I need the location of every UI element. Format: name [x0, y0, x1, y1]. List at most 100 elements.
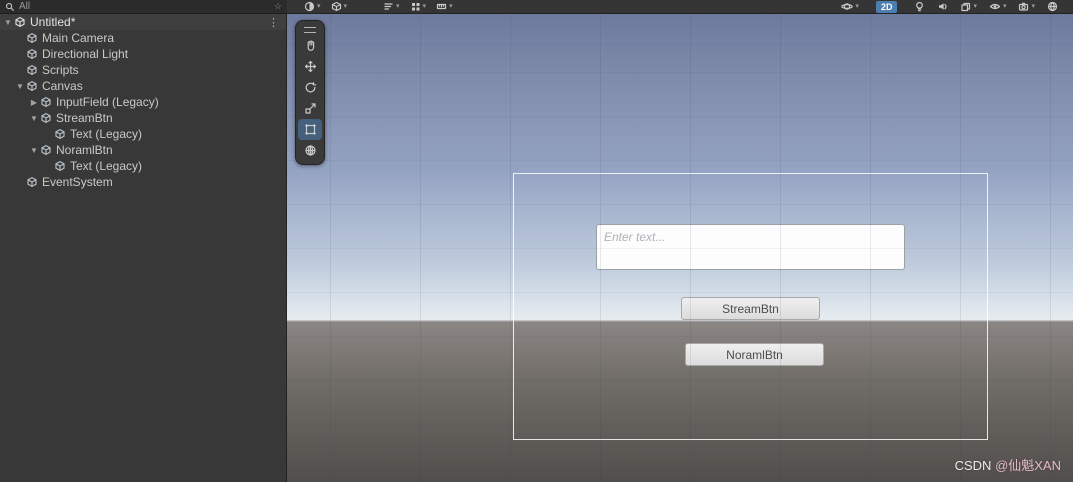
scene-audio-toggle[interactable]	[934, 0, 951, 13]
hierarchy-item-canvas[interactable]: ▼ Canvas	[0, 78, 286, 94]
watermark: CSDN @仙魁XAN	[955, 455, 1061, 474]
chevron-down-icon: ▾	[343, 3, 348, 10]
hierarchy-item-label: InputField (Legacy)	[56, 95, 159, 109]
chevron-down-icon: ▾	[422, 3, 427, 10]
2d-mode-toggle[interactable]: 2D	[875, 0, 898, 13]
chevron-down-icon: ▾	[855, 3, 859, 10]
save-search-icon[interactable]: ☆	[274, 2, 282, 11]
rect-icon	[305, 124, 315, 135]
gameobject-cube-icon	[40, 144, 52, 156]
hierarchy-panel: ▼ Untitled* ⋮ Main Camera Directional Li…	[0, 14, 287, 482]
noraml-button-label: NoramlBtn	[726, 347, 783, 362]
foldout-open-icon[interactable]: ▼	[28, 114, 40, 123]
hierarchy-item-text-legacy-1[interactable]: Text (Legacy)	[0, 126, 286, 142]
hand-icon	[307, 40, 314, 51]
gameobject-cube-icon	[54, 128, 66, 140]
render-mode-dropdown[interactable]: ▾	[328, 0, 351, 13]
hand-tool[interactable]	[298, 35, 322, 56]
move-icon	[304, 60, 316, 73]
move-tool[interactable]	[298, 56, 322, 77]
foldout-closed-icon[interactable]: ▶	[28, 98, 40, 107]
lightbulb-icon	[916, 1, 924, 12]
hierarchy-item-label: NoramlBtn	[56, 143, 113, 157]
eye-icon	[989, 3, 1001, 10]
hierarchy-item-directional-light[interactable]: Directional Light	[0, 46, 286, 62]
search-icon	[6, 2, 14, 11]
stream-button-label: StreamBtn	[722, 301, 779, 316]
hierarchy-item-label: Canvas	[42, 79, 83, 93]
scene-toolbar-right-group: ▾ 2D ▾ ▾ ▾	[838, 0, 1061, 13]
hierarchy-item-label: Scripts	[42, 63, 79, 77]
hierarchy-item-label: Text (Legacy)	[70, 127, 143, 141]
chevron-down-icon: ▾	[1031, 3, 1035, 10]
camera-orbit-dropdown[interactable]: ▾	[838, 0, 862, 13]
rotate-icon	[305, 82, 316, 93]
grid-dots-icon	[411, 3, 420, 11]
scene-viewport[interactable]: Enter text... StreamBtn NoramlBtn CSDN @…	[287, 14, 1073, 482]
camera-settings-dropdown[interactable]: ▾	[1015, 0, 1038, 13]
gameobject-cube-icon	[26, 176, 38, 188]
tool-palette	[295, 20, 325, 165]
hierarchy-item-label: Main Camera	[42, 31, 115, 45]
hierarchy-item-label: Text (Legacy)	[70, 159, 143, 173]
gameobject-cube-icon	[54, 160, 66, 172]
kebab-menu-icon[interactable]: ⋮	[265, 16, 282, 29]
scale-tool[interactable]	[298, 98, 322, 119]
scene-header-row[interactable]: ▼ Untitled* ⋮	[0, 14, 286, 30]
hierarchy-search-bar[interactable]: All ☆	[0, 0, 287, 14]
globe-icon	[1047, 1, 1058, 12]
scene-lighting-toggle[interactable]	[911, 0, 928, 13]
chevron-down-icon: ▾	[973, 3, 977, 10]
hierarchy-item-label: Directional Light	[42, 47, 129, 61]
debug-filter-dropdown[interactable]: ▾	[380, 0, 403, 13]
scale-icon	[304, 103, 316, 114]
scene-title: Untitled*	[30, 15, 76, 29]
search-filter-label: All	[19, 1, 31, 12]
scene-stream-button[interactable]: StreamBtn	[681, 297, 820, 320]
chevron-down-icon: ▾	[1002, 3, 1007, 10]
rect-tool[interactable]	[298, 119, 322, 140]
gameobject-cube-icon	[26, 48, 38, 60]
ruler-icon	[436, 3, 447, 10]
watermark-prefix: CSDN	[954, 458, 996, 473]
palette-drag-handle[interactable]	[298, 24, 322, 35]
rotate-tool[interactable]	[298, 77, 322, 98]
gameobject-cube-icon	[26, 80, 38, 92]
gameobject-cube-icon	[26, 64, 38, 76]
measure-dropdown[interactable]: ▾	[433, 0, 456, 13]
hierarchy-item-streambtn[interactable]: ▼ StreamBtn	[0, 110, 286, 126]
hierarchy-item-label: EventSystem	[42, 175, 113, 189]
speaker-icon	[939, 3, 948, 10]
scene-visibility-dropdown[interactable]: ▾	[986, 0, 1010, 13]
transform-icon	[304, 145, 316, 156]
chevron-down-icon: ▾	[396, 3, 400, 10]
hierarchy-item-text-legacy-2[interactable]: Text (Legacy)	[0, 158, 286, 174]
gizmos-toggle[interactable]	[1044, 0, 1061, 13]
hierarchy-item-inputfield[interactable]: ▶ InputField (Legacy)	[0, 94, 286, 110]
grid-snap-dropdown[interactable]: ▾	[407, 0, 430, 13]
hierarchy-item-eventsystem[interactable]: EventSystem	[0, 174, 286, 190]
unity-scene-icon	[14, 16, 26, 28]
scene-noraml-button[interactable]: NoramlBtn	[685, 343, 824, 366]
foldout-open-icon[interactable]: ▼	[28, 146, 40, 155]
foldout-open-icon[interactable]: ▼	[14, 82, 26, 91]
input-placeholder: Enter text...	[604, 230, 666, 244]
watermark-username: @仙魁XAN	[995, 458, 1061, 473]
hierarchy-item-scripts[interactable]: Scripts	[0, 62, 286, 78]
scene-effects-dropdown[interactable]: ▾	[957, 0, 980, 13]
cube-icon	[331, 1, 341, 12]
scene-foldout-arrow[interactable]: ▼	[4, 18, 14, 27]
draw-mode-dropdown[interactable]: ▾	[301, 0, 324, 13]
camera-icon	[1019, 2, 1029, 11]
chevron-down-icon: ▾	[317, 3, 321, 10]
hierarchy-item-noramlbtn[interactable]: ▼ NoramlBtn	[0, 142, 286, 158]
gameobject-cube-icon	[40, 96, 52, 108]
layers-icon	[961, 2, 971, 12]
scene-input-field[interactable]: Enter text...	[596, 224, 905, 270]
orbit-icon	[841, 3, 854, 10]
transform-tool[interactable]	[298, 140, 322, 161]
shaded-sphere-icon	[304, 1, 315, 12]
hierarchy-item-main-camera[interactable]: Main Camera	[0, 30, 286, 46]
scene-view-toolbar: ▾ ▾ ▾ ▾ ▾ ▾ 2D ▾ ▾ ▾	[287, 0, 1073, 14]
top-bar: All ☆ ▾ ▾ ▾ ▾ ▾ ▾ 2D ▾ ▾ ▾	[0, 0, 1073, 14]
